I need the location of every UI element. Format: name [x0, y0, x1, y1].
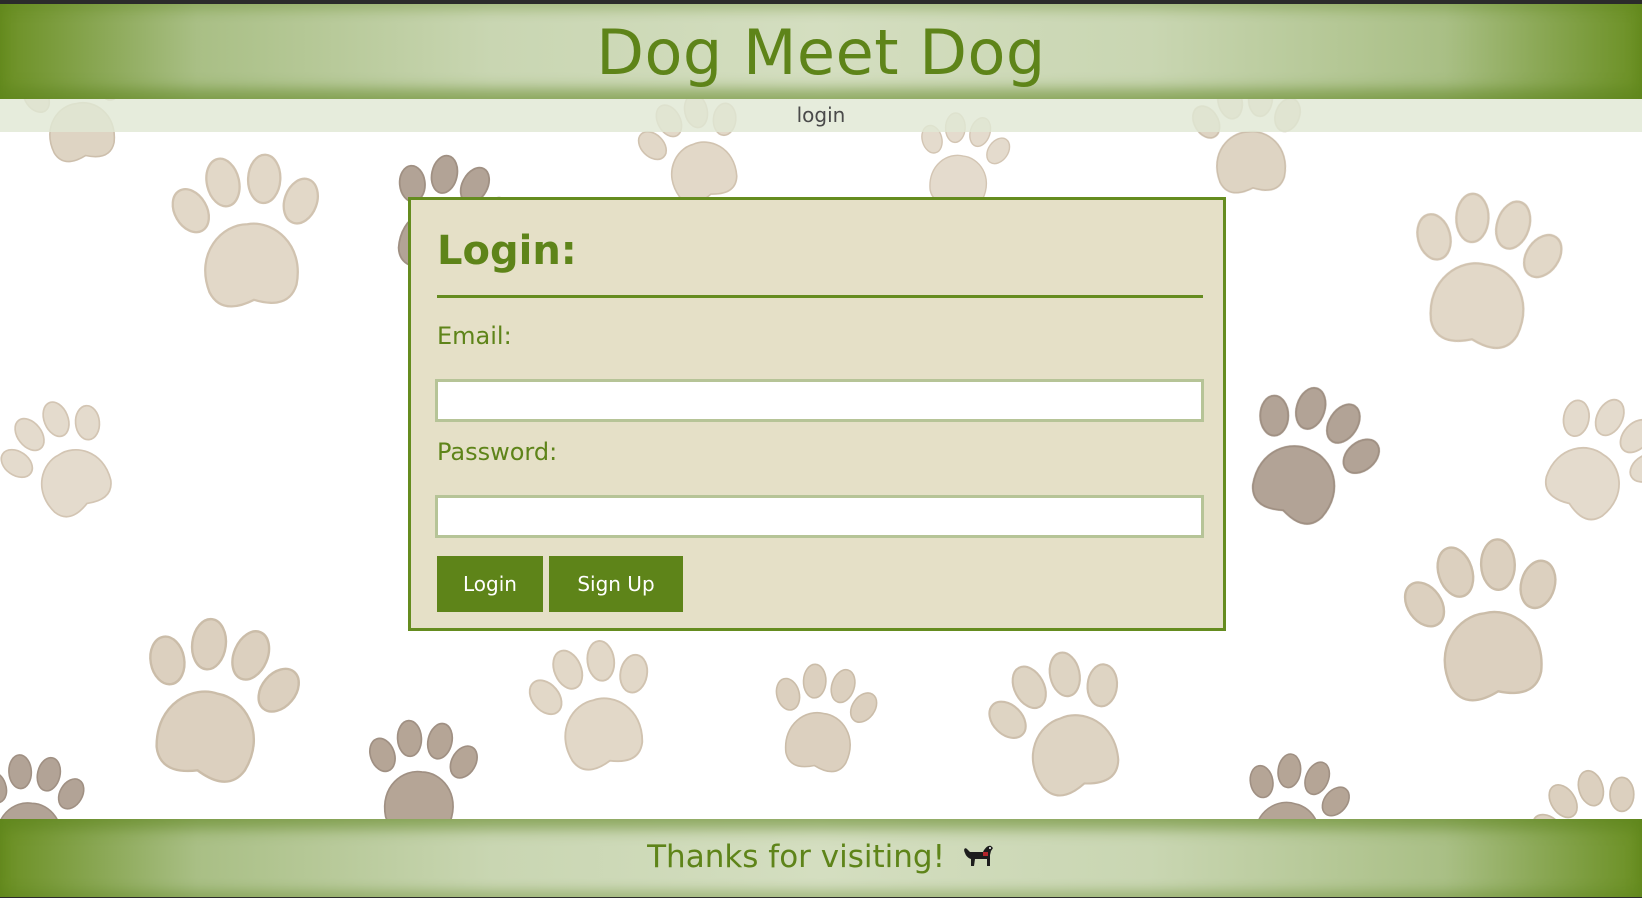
login-form-card: Login: Email: Password: Login Sign Up: [408, 197, 1226, 631]
password-field[interactable]: [435, 495, 1204, 538]
site-title: Dog Meet Dog: [596, 16, 1046, 89]
email-label: Email:: [437, 322, 512, 350]
heading-divider: [437, 295, 1203, 298]
email-field[interactable]: [435, 379, 1204, 422]
site-header: Dog Meet Dog: [0, 4, 1642, 99]
footer-text: Thanks for visiting!: [647, 839, 946, 875]
nav-link-login[interactable]: login: [797, 103, 846, 127]
page: Dog Meet Dog login Login: Email: Passwor…: [0, 4, 1642, 897]
login-button[interactable]: Login: [437, 556, 543, 612]
nav-bar: login: [0, 99, 1642, 132]
site-footer: Thanks for visiting!: [0, 819, 1642, 897]
footer-message: Thanks for visiting!: [0, 819, 1642, 897]
login-heading: Login:: [437, 228, 577, 274]
sign-up-button[interactable]: Sign Up: [549, 556, 683, 612]
password-label: Password:: [437, 438, 558, 466]
dog-icon: [961, 821, 995, 897]
